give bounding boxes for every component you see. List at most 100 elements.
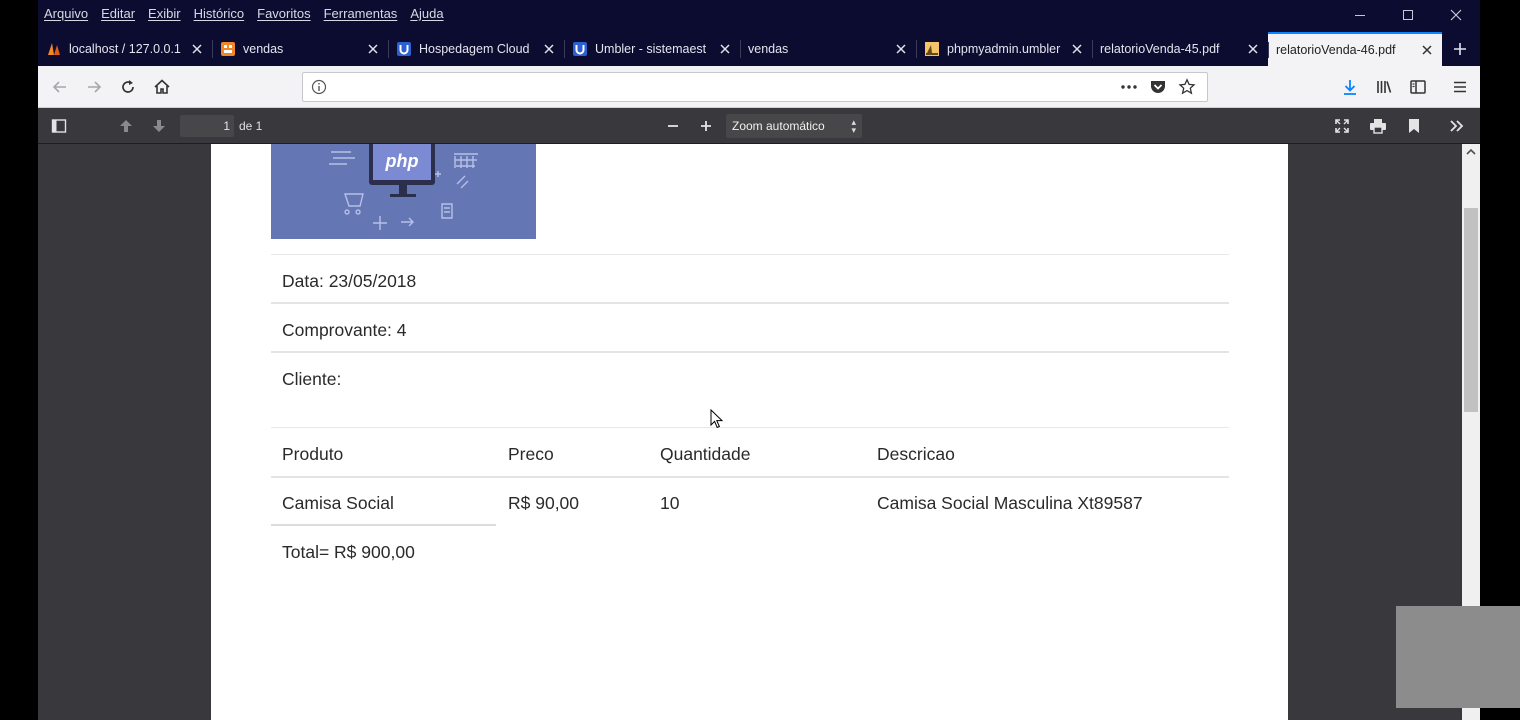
arrow-up-icon xyxy=(120,120,132,132)
bookmark-button[interactable] xyxy=(1402,114,1426,138)
tab-title: Umbler - sistemaest xyxy=(595,42,707,56)
sidebar-toggle-icon xyxy=(51,119,67,133)
library-icon xyxy=(1377,81,1392,93)
updown-caret-icon: ▴ ▾ xyxy=(851,117,856,135)
new-tab-button[interactable] xyxy=(1442,32,1478,66)
close-tab-icon[interactable] xyxy=(718,42,732,56)
back-button[interactable] xyxy=(44,71,76,103)
tab-title: relatorioVenda-46.pdf xyxy=(1276,43,1396,57)
fullscreen-icon xyxy=(1335,119,1349,133)
tab-umbler[interactable]: Umbler - sistemaest xyxy=(564,32,740,66)
header-descricao: Descricao xyxy=(877,444,955,464)
arrow-right-icon xyxy=(88,80,102,93)
tab-hospedagem-cloud[interactable]: Hospedagem Cloud xyxy=(388,32,564,66)
menu-button[interactable] xyxy=(1444,71,1476,103)
tab-vendas-2[interactable]: vendas xyxy=(740,32,916,66)
close-tab-icon[interactable] xyxy=(542,42,556,56)
table-row: Camisa Social R$ 90,00 10 Camisa Social … xyxy=(271,478,1229,527)
scrollbar-thumb[interactable] xyxy=(1464,208,1478,412)
tools-button[interactable] xyxy=(1445,114,1469,138)
zoom-select[interactable]: Zoom automático ▴ ▾ xyxy=(726,114,862,138)
tab-vendas[interactable]: vendas xyxy=(212,32,388,66)
minus-icon xyxy=(668,125,678,127)
header-quantidade: Quantidade xyxy=(660,444,751,464)
next-page-button[interactable] xyxy=(147,114,171,138)
library-button[interactable] xyxy=(1368,71,1400,103)
close-window-button[interactable] xyxy=(1432,0,1480,30)
page-count-label: de 1 xyxy=(239,119,263,133)
tab-title: localhost / 127.0.0.1 xyxy=(69,42,181,56)
arrow-down-icon xyxy=(153,120,165,132)
downloads-button[interactable] xyxy=(1334,71,1366,103)
pdf-viewer[interactable]: php Data: 23/05/2018 Comprovante: 4 Clie… xyxy=(38,144,1462,720)
home-button[interactable] xyxy=(146,71,178,103)
tab-title: vendas xyxy=(243,42,284,56)
tab-localhost[interactable]: localhost / 127.0.0.1 xyxy=(38,32,212,66)
tab-phpmyadmin[interactable]: phpmyadmin.umbler xyxy=(916,32,1092,66)
table-header-row: Produto Preco Quantidade Descricao xyxy=(271,427,1229,478)
header-produto: Produto xyxy=(282,444,344,464)
double-chevron-right-icon xyxy=(1450,120,1464,132)
bookmark-star-icon[interactable] xyxy=(1172,78,1201,96)
address-bar[interactable] xyxy=(302,72,1208,102)
more-actions-icon[interactable] xyxy=(1114,84,1143,90)
info-icon[interactable] xyxy=(303,79,335,95)
url-input[interactable] xyxy=(335,79,1114,95)
maximize-button[interactable] xyxy=(1384,0,1432,30)
tab-title: phpmyadmin.umbler xyxy=(947,42,1061,56)
zoom-out-button[interactable] xyxy=(661,114,685,138)
menu-editar[interactable]: Editar xyxy=(101,6,135,21)
menu-favoritos[interactable]: Favoritos xyxy=(257,6,310,21)
pdf-toolbar: de 1 Zoom automático ▴▾ xyxy=(38,108,1480,144)
comprovante-row: Comprovante: 4 xyxy=(271,304,1229,353)
sidebar-icon xyxy=(1410,80,1426,94)
minimize-button[interactable] xyxy=(1336,0,1384,30)
printer-icon xyxy=(1370,119,1386,134)
close-tab-icon[interactable] xyxy=(894,42,908,56)
phpmyadmin-sail-icon xyxy=(46,41,62,57)
arrow-left-icon xyxy=(52,80,66,93)
close-icon xyxy=(1450,9,1462,21)
toolbar-right xyxy=(1332,71,1476,103)
date-row: Data: 23/05/2018 xyxy=(271,255,1229,304)
sidebar-button[interactable] xyxy=(1402,71,1434,103)
menu-exibir[interactable]: Exibir xyxy=(148,6,181,21)
umbler-icon xyxy=(572,41,588,57)
page-number-input[interactable] xyxy=(180,115,234,137)
window-controls xyxy=(1336,0,1480,30)
menu-ferramentas[interactable]: Ferramentas xyxy=(324,6,398,21)
previous-page-button[interactable] xyxy=(114,114,138,138)
zoom-in-button[interactable] xyxy=(694,114,718,138)
close-tab-icon[interactable] xyxy=(1420,43,1434,57)
zoom-value: Zoom automático xyxy=(732,119,825,133)
menu-ajuda[interactable]: Ajuda xyxy=(410,6,443,21)
chevron-up-icon[interactable] xyxy=(1465,148,1477,158)
menu-historico[interactable]: Histórico xyxy=(194,6,245,21)
presentation-mode-button[interactable] xyxy=(1330,114,1354,138)
cell-descricao: Camisa Social Masculina Xt89587 xyxy=(877,493,1143,513)
cliente-row: Cliente: xyxy=(271,353,1229,427)
cell-quantidade: 10 xyxy=(660,493,680,513)
tab-title: relatorioVenda-45.pdf xyxy=(1100,42,1220,56)
close-tab-icon[interactable] xyxy=(190,42,204,56)
forward-button[interactable] xyxy=(78,71,110,103)
pocket-icon[interactable] xyxy=(1143,79,1172,95)
url-actions xyxy=(1114,78,1207,96)
reload-icon xyxy=(122,79,134,93)
menu-arquivo[interactable]: Arquivo xyxy=(44,6,88,21)
tab-relatorio-45[interactable]: relatorioVenda-45.pdf xyxy=(1092,32,1268,66)
pdf-page: php Data: 23/05/2018 Comprovante: 4 Clie… xyxy=(211,144,1288,720)
video-overlay-box xyxy=(1396,606,1520,708)
close-tab-icon[interactable] xyxy=(366,42,380,56)
toggle-sidebar-button[interactable] xyxy=(47,114,71,138)
reload-button[interactable] xyxy=(112,71,144,103)
tab-relatorio-46[interactable]: relatorioVenda-46.pdf xyxy=(1268,32,1442,66)
phpmyadmin-icon xyxy=(924,41,940,57)
home-icon xyxy=(154,78,170,94)
close-tab-icon[interactable] xyxy=(1070,42,1084,56)
print-button[interactable] xyxy=(1366,114,1390,138)
tab-strip: localhost / 127.0.0.1 vendas Hospedagem … xyxy=(38,32,1480,66)
plus-icon xyxy=(701,121,711,131)
close-tab-icon[interactable] xyxy=(1246,42,1260,56)
date-text: Data: 23/05/2018 xyxy=(282,271,417,291)
